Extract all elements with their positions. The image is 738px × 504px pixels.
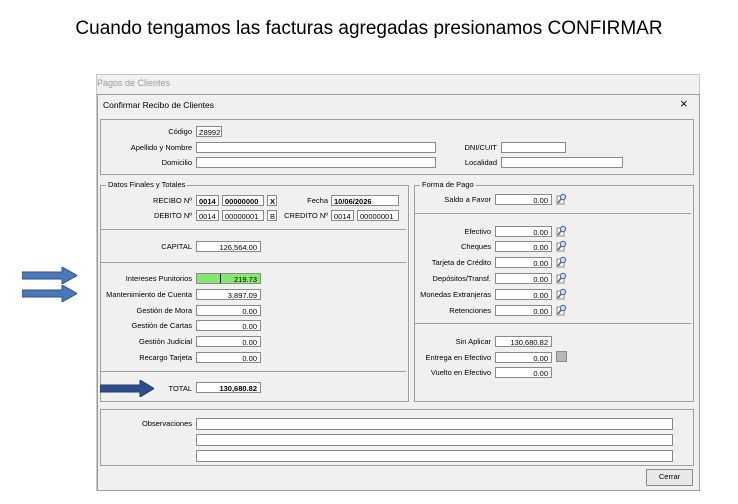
efectivo-field[interactable]: 0.00: [495, 226, 552, 237]
dni-label: DNI/CUIT: [464, 143, 498, 152]
entrega-efectivo-label: Entrega en Efectivo: [425, 353, 491, 362]
localidad-label: Localidad: [464, 158, 497, 167]
magnifier-icon[interactable]: [556, 304, 568, 316]
annotation-arrow-icon: [100, 380, 154, 397]
recibo-letra-field[interactable]: X: [267, 195, 277, 206]
cheques-field[interactable]: 0.00: [495, 241, 552, 252]
gestion-cartas-field[interactable]: 0.00: [196, 320, 261, 331]
sin-aplicar-field[interactable]: 130,680.82: [495, 336, 552, 347]
dialog-title: Confirmar Recibo de Clientes: [103, 100, 215, 110]
localidad-field[interactable]: [501, 157, 623, 168]
fecha-label: Fecha: [307, 196, 328, 205]
entrega-efectivo-button[interactable]: [556, 351, 567, 362]
medio-label: Depósitos/Transf.: [432, 274, 492, 283]
medio-label: Retenciones: [449, 306, 491, 315]
saldo-favor-label: Saldo a Favor: [444, 195, 491, 204]
magnifier-icon[interactable]: [556, 225, 568, 237]
observaciones-line-1[interactable]: [196, 418, 673, 430]
separator: [101, 371, 406, 372]
total-field[interactable]: 130,680.82: [196, 382, 261, 393]
separator: [101, 229, 406, 230]
observaciones-line-2[interactable]: [196, 434, 673, 446]
recibo-label: RECIBO Nº: [153, 196, 192, 205]
apellido-field[interactable]: [196, 142, 436, 153]
magnifier-icon[interactable]: [556, 272, 568, 284]
domicilio-label: Domicilio: [161, 158, 192, 167]
intereses-field[interactable]: 219.73: [196, 273, 261, 284]
medio-label: Tarjeta de Crédito: [431, 258, 491, 267]
forma-pago-label: Forma de Pago: [420, 180, 476, 189]
recibo-num-field[interactable]: 00000000: [222, 195, 264, 206]
separator: [415, 323, 691, 324]
debito-num-field[interactable]: 00000001: [222, 210, 264, 221]
depositos-field[interactable]: 0.00: [495, 273, 552, 284]
debito-pv-field[interactable]: 0014: [196, 210, 219, 221]
datos-finales-label: Datos Finales y Totales: [106, 180, 188, 189]
credito-num-field[interactable]: 00000001: [357, 210, 399, 221]
annotation-arrow-icon: [22, 285, 77, 302]
debito-letra-field[interactable]: B: [267, 210, 277, 221]
vuelto-efectivo-field[interactable]: 0.00: [495, 367, 552, 378]
sin-aplicar-label: Sin Aplicar: [455, 337, 491, 346]
magnifier-icon[interactable]: [556, 193, 568, 205]
domicilio-field[interactable]: [196, 157, 436, 168]
close-icon[interactable]: ×: [680, 96, 688, 111]
separator: [101, 262, 406, 263]
cerrar-button[interactable]: Cerrar: [646, 469, 693, 486]
cargo-label: Recargo Tarjeta: [139, 353, 192, 362]
magnifier-icon[interactable]: [556, 288, 568, 300]
parent-window-title: Pagos de Clientes: [97, 78, 171, 88]
debito-label: DEBITO Nº: [153, 211, 192, 220]
apellido-label: Apellido y Nombre: [130, 143, 192, 152]
monedas-field[interactable]: 0.00: [495, 289, 552, 300]
saldo-favor-field[interactable]: 0.00: [495, 194, 552, 205]
entrega-efectivo-field[interactable]: 0.00: [495, 352, 552, 363]
observaciones-label: Observaciones: [141, 419, 192, 428]
annotation-arrow-icon: [22, 267, 77, 284]
cargo-label: Mantenimiento de Cuenta: [106, 290, 192, 299]
gestion-judicial-field[interactable]: 0.00: [196, 336, 261, 347]
dni-field[interactable]: [501, 142, 566, 153]
capital-field[interactable]: 126,564.00: [196, 241, 261, 252]
recibo-pv-field[interactable]: 0014: [196, 195, 219, 206]
tarjeta-credito-field[interactable]: 0.00: [495, 257, 552, 268]
codigo-field[interactable]: Z8992: [196, 126, 222, 137]
cargo-label: Gestión de Mora: [136, 306, 192, 315]
cargo-label: Gestión Judicial: [139, 337, 192, 346]
retenciones-field[interactable]: 0.00: [495, 305, 552, 316]
cargo-label: Intereses Punitorios: [125, 274, 192, 283]
credito-pv-field[interactable]: 0014: [331, 210, 354, 221]
gestion-mora-field[interactable]: 0.00: [196, 305, 261, 316]
medio-label: Monedas Extranjeras: [420, 290, 491, 299]
recargo-tarjeta-field[interactable]: 0.00: [196, 352, 261, 363]
capital-label: CAPITAL: [161, 242, 192, 251]
instruction-text: Cuando tengamos las facturas agregadas p…: [75, 18, 663, 39]
separator: [415, 213, 691, 214]
magnifier-icon[interactable]: [556, 240, 568, 252]
medio-label: Cheques: [460, 242, 491, 251]
credito-label: CREDITO Nº: [284, 211, 328, 220]
mantenimiento-field[interactable]: 3,897.09: [196, 289, 261, 300]
codigo-label: Código: [168, 127, 192, 136]
observaciones-line-3[interactable]: [196, 450, 673, 462]
text-cursor: [220, 274, 221, 283]
medio-label: Efectivo: [464, 227, 491, 236]
vuelto-efectivo-label: Vuelto en Efectivo: [430, 368, 491, 377]
fecha-field[interactable]: 10/06/2026: [331, 195, 399, 206]
magnifier-icon[interactable]: [556, 256, 568, 268]
cargo-label: Gestión de Cartas: [131, 321, 192, 330]
